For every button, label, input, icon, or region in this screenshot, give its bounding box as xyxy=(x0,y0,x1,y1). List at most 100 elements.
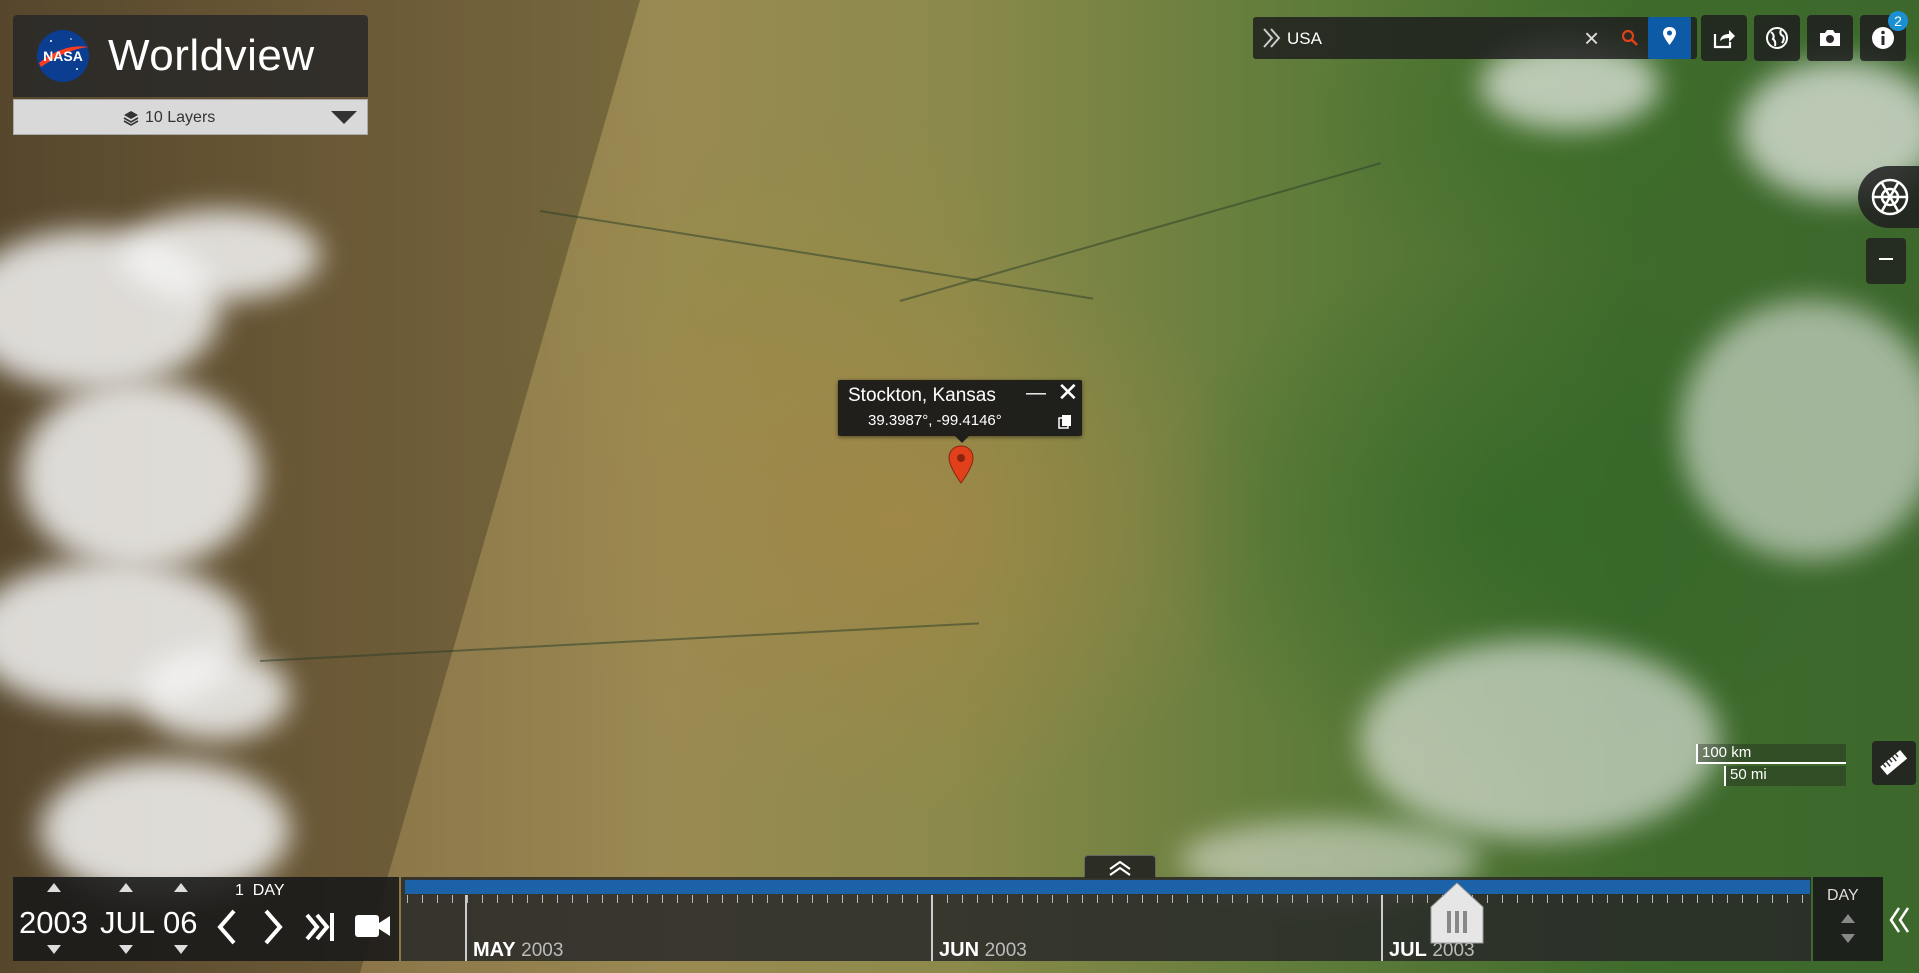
day-tick xyxy=(1667,895,1668,903)
year-down-icon[interactable] xyxy=(47,945,61,954)
date-selector: 1 DAY 2003 JUL 06 xyxy=(13,877,399,961)
year-up-icon[interactable] xyxy=(47,883,61,892)
rotation-icon xyxy=(1871,178,1909,216)
day-tick xyxy=(1607,895,1608,903)
timeline-handle[interactable] xyxy=(1429,881,1485,945)
timeline-zoom-level[interactable]: DAY xyxy=(1827,887,1859,905)
scale-km: 100 km xyxy=(1696,744,1846,764)
place-marker-button[interactable] xyxy=(1648,17,1691,59)
copy-icon[interactable] xyxy=(1058,414,1072,429)
timeline-expand-button[interactable] xyxy=(1084,855,1156,878)
interval-selector[interactable]: 1 DAY xyxy=(235,882,285,900)
day-tick xyxy=(1307,895,1308,903)
day-tick xyxy=(587,895,588,903)
cloud xyxy=(120,210,320,300)
day-tick xyxy=(1247,895,1248,903)
day-tick xyxy=(767,895,768,903)
day-up-icon[interactable] xyxy=(174,883,188,892)
double-chevron-right-icon[interactable] xyxy=(1261,26,1283,50)
day-tick xyxy=(947,895,948,903)
river xyxy=(899,162,1381,302)
day-tick xyxy=(1727,895,1728,903)
search-input[interactable]: USA xyxy=(1287,29,1322,49)
reverse-geocode-icon[interactable] xyxy=(1621,29,1639,47)
chevron-right-icon[interactable] xyxy=(260,907,286,947)
close-icon[interactable]: ✕ xyxy=(1057,379,1079,405)
day-tick xyxy=(1217,895,1218,903)
caret-down-icon xyxy=(331,111,357,124)
popup-title: Stockton, Kansas xyxy=(848,385,996,406)
day-tick xyxy=(437,895,438,903)
month-input[interactable]: JUL xyxy=(100,905,155,941)
rotate-reset-button[interactable] xyxy=(1858,166,1919,228)
layers-toggle[interactable]: 10 Layers xyxy=(13,99,368,135)
day-tick xyxy=(1772,895,1773,903)
day-tick xyxy=(1742,895,1743,903)
day-tick xyxy=(1637,895,1638,903)
timeline-track[interactable]: MAY 2003 JUN 2003 JUL 2003 xyxy=(401,877,1811,961)
day-tick xyxy=(467,895,468,903)
day-tick xyxy=(1262,895,1263,903)
animation-camera-icon[interactable] xyxy=(354,911,392,941)
collapse-timeline-button[interactable] xyxy=(1885,900,1915,940)
year-input[interactable]: 2003 xyxy=(19,905,88,941)
day-tick xyxy=(1232,895,1233,903)
day-tick xyxy=(977,895,978,903)
day-tick xyxy=(1097,895,1098,903)
zoom-out-button[interactable] xyxy=(1866,238,1906,284)
notification-badge: 2 xyxy=(1888,11,1908,31)
minimize-icon[interactable]: — xyxy=(1026,382,1046,405)
day-tick xyxy=(1517,895,1518,903)
month-divider xyxy=(1381,895,1383,961)
month-divider xyxy=(931,895,933,961)
day-tick xyxy=(782,895,783,903)
month-label-may: MAY 2003 xyxy=(473,939,563,962)
day-tick xyxy=(1052,895,1053,903)
river xyxy=(539,210,1094,300)
cloud xyxy=(20,380,260,570)
month-label-jun: JUN 2003 xyxy=(939,939,1027,962)
snapshot-button[interactable] xyxy=(1807,15,1853,61)
day-tick xyxy=(497,895,498,903)
map-scale: 100 km 50 mi xyxy=(1696,744,1848,788)
map-view[interactable] xyxy=(0,0,1919,973)
share-icon xyxy=(1713,30,1735,49)
day-tick xyxy=(1277,895,1278,903)
chevron-left-icon[interactable] xyxy=(214,907,240,947)
projection-button[interactable] xyxy=(1754,15,1800,61)
info-button[interactable]: 2 xyxy=(1860,11,1908,61)
day-down-icon[interactable] xyxy=(174,945,188,954)
day-tick xyxy=(872,895,873,903)
interval-unit: DAY xyxy=(252,882,285,899)
measure-button[interactable] xyxy=(1872,741,1916,785)
interval-count: 1 xyxy=(235,882,244,899)
layers-count-label: 10 Layers xyxy=(145,109,216,126)
day-input[interactable]: 06 xyxy=(163,905,197,941)
layers-icon xyxy=(123,111,139,126)
clear-search-icon[interactable]: × xyxy=(1584,23,1599,54)
app-header: NASA Worldview xyxy=(13,15,368,97)
skip-to-today-icon[interactable] xyxy=(304,907,338,947)
day-tick xyxy=(1007,895,1008,903)
location-marker-icon[interactable] xyxy=(947,445,975,485)
day-tick xyxy=(842,895,843,903)
map-pin-icon xyxy=(1663,27,1676,45)
location-search: USA × xyxy=(1253,17,1697,59)
month-up-icon[interactable] xyxy=(119,883,133,892)
day-tick xyxy=(1502,895,1503,903)
zoom-in-timeline-icon[interactable] xyxy=(1841,914,1855,923)
month-down-icon[interactable] xyxy=(119,945,133,954)
day-tick xyxy=(1127,895,1128,903)
day-tick xyxy=(1352,895,1353,903)
month-year: 2003 xyxy=(521,940,564,961)
share-button[interactable] xyxy=(1701,15,1747,61)
day-tick xyxy=(1292,895,1293,903)
month-name: JUL xyxy=(1389,939,1427,961)
month-name: MAY xyxy=(473,939,516,961)
zoom-out-timeline-icon[interactable] xyxy=(1841,934,1855,943)
day-tick xyxy=(1562,895,1563,903)
chevron-up-icon xyxy=(1109,860,1131,876)
day-tick xyxy=(1322,895,1323,903)
day-tick xyxy=(857,895,858,903)
day-tick xyxy=(1577,895,1578,903)
